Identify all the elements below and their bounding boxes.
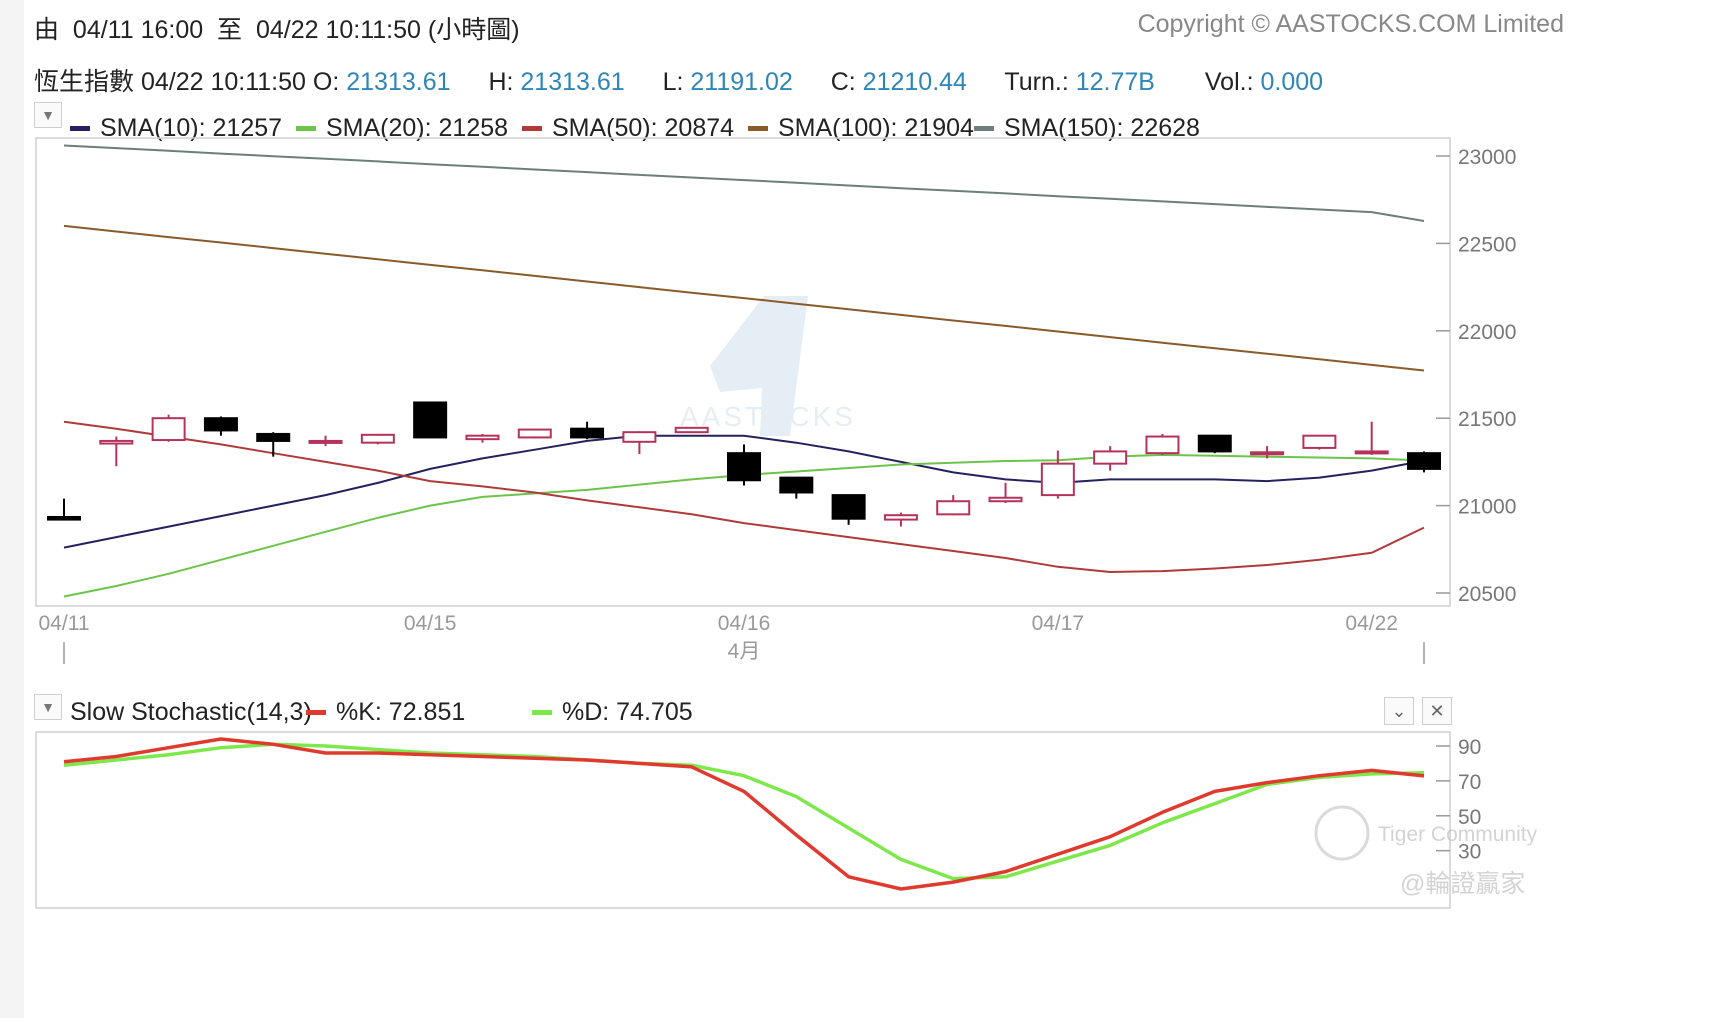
y-tick-label: 30 xyxy=(1458,841,1481,864)
y-tick-label: 70 xyxy=(1458,771,1481,794)
y-tick-label: 21500 xyxy=(1458,408,1516,431)
chart-widget: 由 04/11 16:00 至 04/22 10:11:50 (小時圖) Cop… xyxy=(24,0,1734,1018)
candle-body xyxy=(674,426,709,434)
tiger-logo-icon xyxy=(1314,805,1370,861)
stoch-line xyxy=(63,737,1425,891)
sma-line xyxy=(63,144,1425,222)
x-tick-label: 04/22 xyxy=(1345,612,1398,635)
y-tick-label: 22000 xyxy=(1458,321,1516,344)
candle-body xyxy=(256,432,291,442)
candle-body xyxy=(831,494,866,520)
candle-body xyxy=(1093,450,1128,465)
x-tick-label: 04/11 xyxy=(39,612,90,635)
y-tick-label: 20500 xyxy=(1458,583,1516,606)
candle-body xyxy=(47,515,81,521)
tiger-community-watermark: Tiger Community @輪證贏家 xyxy=(1314,805,1538,898)
watermark-handle: @輪證贏家 xyxy=(1400,870,1525,898)
candle-body xyxy=(151,417,186,442)
candle-body xyxy=(727,452,761,482)
candle-body xyxy=(570,427,605,439)
y-tick-label: 23000 xyxy=(1458,146,1516,169)
x-sub-label: 4月 xyxy=(728,640,761,663)
candle-body xyxy=(1302,434,1337,449)
candle-body xyxy=(1250,451,1285,456)
x-tick-label: 04/17 xyxy=(1032,612,1085,635)
candle-body xyxy=(465,434,500,441)
candle-body xyxy=(883,514,918,521)
candle-body xyxy=(1197,434,1232,453)
x-tick-label: 04/15 xyxy=(404,612,457,635)
candle-body xyxy=(308,439,343,444)
candle-body xyxy=(1354,450,1389,455)
candle-body xyxy=(517,428,552,439)
candle-body xyxy=(779,476,814,494)
y-tick-label: 50 xyxy=(1458,806,1481,829)
candle-body xyxy=(203,417,238,432)
chart-canvas: AASTOCKS Tiger Community @輪證贏家 20500 2100… xyxy=(35,137,1538,909)
candle-body xyxy=(988,496,1023,503)
x-tick-label: 04/16 xyxy=(718,612,771,635)
candle-body xyxy=(1407,452,1441,470)
stoch-line xyxy=(63,742,1425,881)
candle-body xyxy=(413,401,448,439)
y-tick-label: 22500 xyxy=(1458,233,1516,256)
candle-body xyxy=(1145,435,1180,455)
stoch-plot-frame xyxy=(35,731,1451,909)
candle-body xyxy=(936,500,971,516)
candle-body xyxy=(99,439,134,445)
aastocks-logo: AASTOCKS xyxy=(680,296,853,436)
candle-body xyxy=(1040,462,1075,497)
y-tick-label: 90 xyxy=(1458,736,1481,759)
y-tick-label: 21000 xyxy=(1458,496,1516,519)
candle-body xyxy=(360,433,395,444)
candle-body xyxy=(622,431,657,443)
